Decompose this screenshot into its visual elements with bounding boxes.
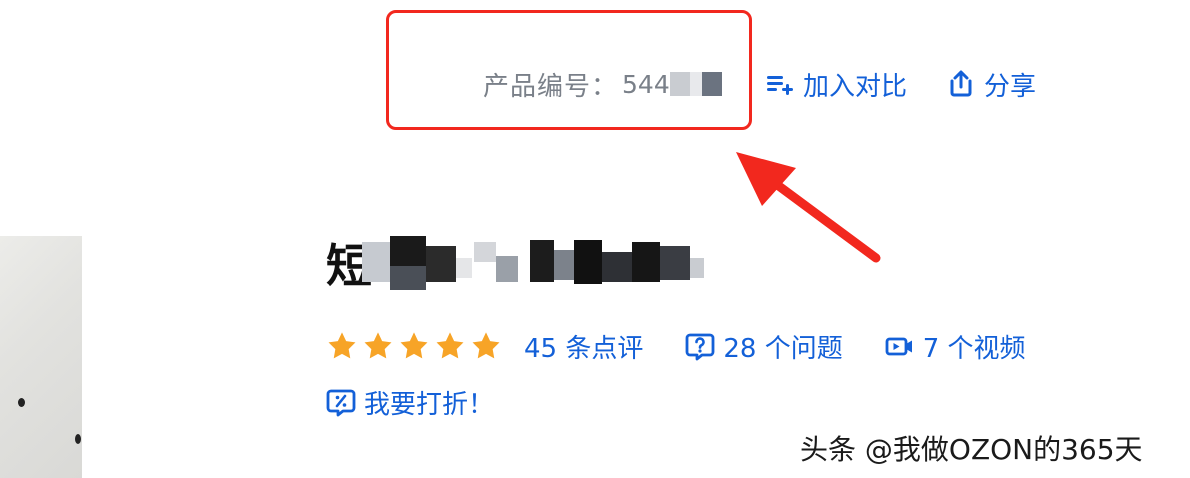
annotation-arrow — [736, 152, 881, 263]
product-stats-row: 45 条点评 28 个问题 7 个视频 — [326, 324, 1026, 368]
star-icon — [400, 332, 428, 359]
product-thumbnail[interactable] — [0, 236, 82, 478]
request-discount-button[interactable]: 我要打折！ — [326, 380, 494, 424]
videos-link[interactable]: 7 个视频 — [885, 328, 1026, 365]
compare-list-plus-icon — [767, 76, 793, 95]
video-camera-icon — [885, 337, 912, 356]
star-icon — [364, 332, 392, 359]
request-discount-label: 我要打折！ — [364, 389, 495, 420]
share-button[interactable]: 分享 — [946, 64, 1036, 104]
star-icon — [436, 332, 464, 359]
share-upload-icon — [950, 70, 972, 97]
reviews-link[interactable]: 45 条点评 — [524, 328, 643, 365]
question-bubble-icon — [685, 333, 715, 361]
share-label: 分享 — [984, 71, 1037, 102]
sku-redaction — [669, 72, 736, 96]
add-to-compare-button[interactable]: 加入对比 — [765, 64, 907, 104]
add-to-compare-label: 加入对比 — [803, 71, 908, 102]
product-sku: 产品编号： 544 — [483, 64, 736, 104]
sku-label: 产品编号： — [483, 71, 619, 102]
questions-link[interactable]: 28 个问题 — [685, 328, 843, 365]
sku-value: 544 — [622, 69, 670, 99]
star-icon — [328, 332, 356, 359]
reviews-count: 45 条点评 — [524, 333, 644, 364]
videos-count: 7 个视频 — [922, 333, 1026, 364]
watermark: 头条 @我做OZON的365天 — [800, 433, 1143, 466]
title-redaction — [362, 236, 704, 290]
questions-count: 28 个问题 — [723, 333, 843, 364]
discount-bubble-icon — [326, 389, 356, 417]
star-icon — [472, 332, 500, 359]
rating-stars[interactable] — [326, 330, 506, 362]
